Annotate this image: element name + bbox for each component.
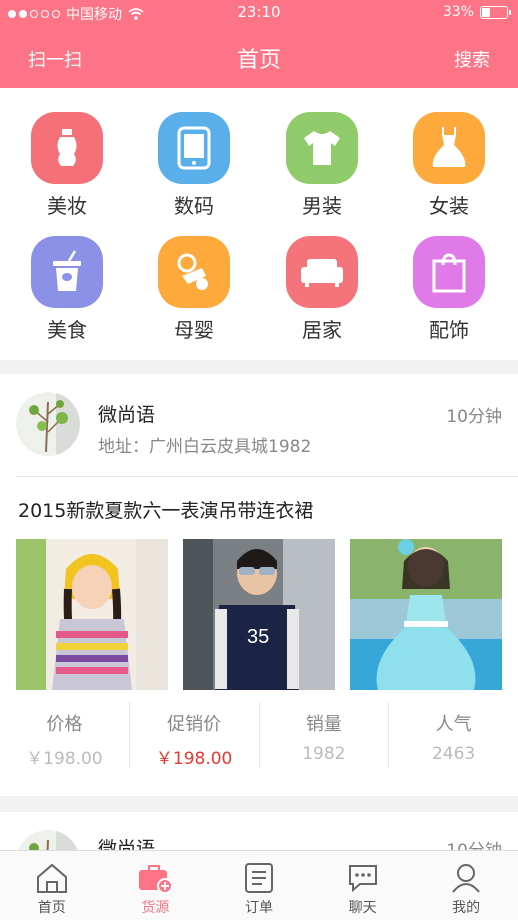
product-title[interactable]: 2015新款夏款六一表演吊带连衣裙 (18, 496, 313, 523)
stat-label: 价格 (46, 714, 83, 735)
category-grid: 美妆 数码 男装 女装 美食 母婴 居家 配饰 (0, 88, 518, 360)
tab-bar: 首页 货源 订单 聊天 我的 (0, 850, 518, 920)
tab-orders[interactable]: 订单 (207, 851, 311, 920)
category-label: 美食 (47, 318, 87, 342)
category-item-accessories[interactable]: 配饰 (394, 236, 504, 343)
category-item-menswear[interactable]: 男装 (267, 112, 377, 219)
tab-chat[interactable]: 聊天 (311, 851, 415, 920)
nav-bar: 扫一扫 首页 搜索 (0, 36, 518, 80)
category-label: 配饰 (429, 318, 469, 342)
category-item-digital[interactable]: 数码 (139, 112, 249, 219)
search-button[interactable]: 搜索 (454, 46, 490, 72)
category-item-home[interactable]: 居家 (267, 236, 377, 343)
stat-promo-price: 促销价 ￥198.00 (130, 702, 260, 769)
category-label: 男装 (302, 194, 342, 218)
header: 中国移动 23:10 33% 扫一扫 首页 搜索 (0, 0, 518, 88)
product-photo-1[interactable] (16, 539, 168, 690)
tab-source[interactable]: 货源 (104, 851, 208, 920)
category-item-food[interactable]: 美食 (12, 236, 122, 343)
chat-icon (348, 865, 377, 893)
category-label: 母婴 (174, 318, 214, 342)
sofa-icon (286, 236, 358, 308)
product-photo-3[interactable] (350, 539, 502, 690)
bag-icon (413, 236, 485, 308)
briefcase-add-icon (139, 865, 174, 894)
tab-label: 订单 (244, 900, 273, 916)
shop-avatar[interactable] (16, 392, 80, 456)
shop-address: 地址：广州白云皮具城1982 (98, 437, 312, 457)
category-item-womenswear[interactable]: 女装 (394, 112, 504, 219)
stat-label: 销量 (305, 714, 342, 735)
stat-sales: 销量 1982 (260, 702, 390, 768)
battery-icon (480, 5, 511, 19)
stat-value: ￥198.00 (26, 749, 103, 769)
perfume-icon (31, 112, 103, 184)
tab-label: 货源 (141, 900, 170, 916)
divider (16, 476, 518, 477)
stat-price: 价格 ￥198.00 (0, 702, 130, 769)
tshirt-icon (286, 112, 358, 184)
stat-value: 2463 (431, 744, 476, 764)
stat-value: ￥198.00 (155, 749, 233, 769)
home-icon (36, 863, 67, 893)
tab-label: 聊天 (348, 900, 377, 916)
status-bar: 中国移动 23:10 33% (0, 0, 518, 26)
post-time: 10分钟 (446, 407, 502, 427)
category-label: 数码 (174, 194, 214, 218)
app-screen: 中国移动 23:10 33% 扫一扫 首页 搜索 美妆 数码 男装 女装 美食 … (0, 0, 518, 920)
tablet-icon (158, 112, 230, 184)
drink-cup-icon (31, 236, 103, 308)
category-label: 居家 (302, 318, 342, 342)
stat-label: 人气 (435, 714, 472, 735)
product-photo-2[interactable]: 35 (183, 539, 335, 690)
svg-text:35: 35 (247, 626, 269, 648)
shop-card[interactable]: 微尚语 地址：广州白云皮具城1982 10分钟 2015新款夏款六一表演吊带连衣… (0, 374, 518, 796)
stat-value: 1982 (302, 744, 346, 764)
pacifier-icon (158, 236, 230, 308)
tab-label: 首页 (37, 900, 66, 916)
category-item-mother-baby[interactable]: 母婴 (139, 236, 249, 343)
tab-me[interactable]: 我的 (414, 851, 518, 920)
dress-icon (413, 112, 485, 184)
category-label: 女装 (429, 194, 469, 218)
page-title: 首页 (236, 48, 281, 73)
product-stats: 价格 ￥198.00 促销价 ￥198.00 销量 1982 人气 2463 (0, 702, 518, 769)
stat-label: 促销价 (167, 714, 222, 735)
tab-label: 我的 (452, 900, 481, 916)
order-list-icon (244, 863, 273, 893)
user-icon (452, 864, 480, 893)
clock: 23:10 (237, 3, 281, 21)
category-label: 美妆 (47, 194, 87, 218)
tab-home[interactable]: 首页 (0, 851, 104, 920)
stat-popularity: 人气 2463 (389, 702, 518, 768)
battery-percent: 33% (442, 4, 474, 20)
category-item-makeup[interactable]: 美妆 (12, 112, 122, 219)
shop-name[interactable]: 微尚语 (98, 400, 155, 427)
